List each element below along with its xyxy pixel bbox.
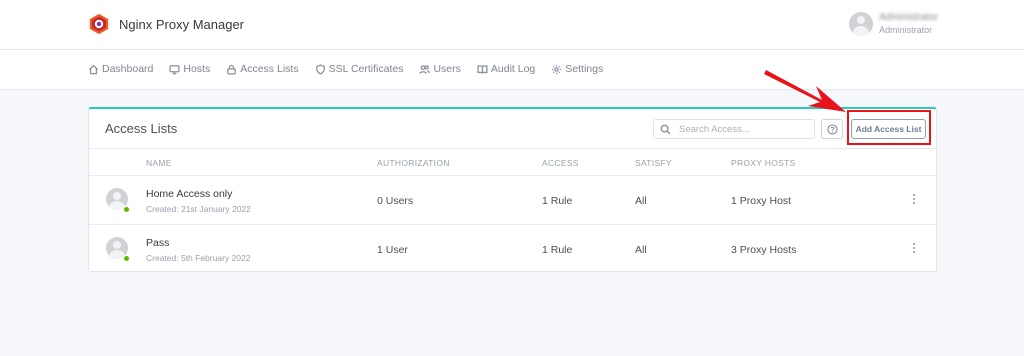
proxy-hosts-value: 1 Proxy Host bbox=[731, 195, 792, 207]
home-icon bbox=[88, 64, 99, 74]
authorization-value: 1 User bbox=[377, 244, 408, 256]
access-value: 1 Rule bbox=[542, 244, 573, 256]
row-menu-icon[interactable] bbox=[911, 194, 917, 208]
access-list-name[interactable]: Home Access only bbox=[146, 188, 232, 200]
users-icon bbox=[419, 64, 431, 74]
nav-label-settings: Settings bbox=[565, 63, 604, 75]
main-nav: Dashboard Hosts Access Lists SSL Certifi… bbox=[0, 50, 1024, 90]
nav-label-dashboard: Dashboard bbox=[102, 63, 154, 75]
top-header: Nginx Proxy Manager Administrator Admini… bbox=[0, 0, 1024, 50]
authorization-value: 0 Users bbox=[377, 195, 414, 207]
table-row: Home Access only Created: 21st January 2… bbox=[89, 176, 936, 225]
access-value: 1 Rule bbox=[542, 195, 573, 207]
app-logo-icon bbox=[89, 13, 109, 35]
brand[interactable]: Nginx Proxy Manager bbox=[88, 13, 244, 35]
help-icon bbox=[826, 123, 838, 135]
user-role: Administrator bbox=[879, 25, 933, 35]
user-name: Administrator bbox=[879, 12, 938, 23]
row-menu-icon[interactable] bbox=[911, 243, 917, 257]
nav-item-settings[interactable]: Settings bbox=[551, 63, 603, 75]
table-row: Pass Created: 5th February 2022 1 User 1… bbox=[89, 225, 936, 274]
nav-label-access-lists: Access Lists bbox=[240, 63, 299, 75]
proxy-hosts-value: 3 Proxy Hosts bbox=[731, 244, 797, 256]
nav-label-hosts: Hosts bbox=[183, 63, 211, 75]
shield-icon bbox=[315, 63, 325, 75]
access-list-name[interactable]: Pass bbox=[146, 237, 169, 249]
search-icon bbox=[660, 124, 671, 134]
annotation-highlight-box bbox=[847, 110, 931, 145]
column-header-proxy-hosts: PROXY HOSTS bbox=[731, 158, 796, 168]
card-title: Access Lists bbox=[105, 121, 178, 136]
nav-label-users: Users bbox=[433, 63, 461, 75]
nav-item-dashboard[interactable]: Dashboard bbox=[88, 63, 153, 75]
search-box[interactable] bbox=[653, 119, 815, 139]
search-input[interactable] bbox=[679, 123, 809, 135]
nav-item-ssl-certificates[interactable]: SSL Certificates bbox=[315, 63, 404, 75]
user-avatar bbox=[849, 12, 874, 36]
column-header-access: ACCESS bbox=[542, 158, 579, 168]
gear-icon bbox=[552, 64, 562, 74]
help-button[interactable] bbox=[821, 119, 843, 139]
book-icon bbox=[477, 64, 488, 74]
status-indicator bbox=[123, 255, 130, 262]
created-date: Created: 5th February 2022 bbox=[146, 253, 251, 263]
nav-item-hosts[interactable]: Hosts bbox=[169, 63, 210, 75]
access-lists-card: Access Lists Add Access List NAME AUTHOR… bbox=[88, 107, 937, 272]
user-menu[interactable]: Administrator Administrator bbox=[849, 12, 938, 36]
table-header: NAME AUTHORIZATION ACCESS SATISFY PROXY … bbox=[89, 149, 936, 176]
column-header-authorization: AUTHORIZATION bbox=[377, 158, 450, 168]
nav-item-users[interactable]: Users bbox=[419, 63, 461, 75]
column-header-name: NAME bbox=[146, 158, 172, 168]
satisfy-value: All bbox=[635, 244, 647, 256]
annotation-arrow-icon bbox=[764, 70, 846, 112]
monitor-icon bbox=[169, 64, 180, 74]
nav-item-audit-log[interactable]: Audit Log bbox=[477, 63, 535, 75]
lock-icon bbox=[227, 64, 237, 75]
nav-item-access-lists[interactable]: Access Lists bbox=[226, 63, 299, 75]
column-header-satisfy: SATISFY bbox=[635, 158, 672, 168]
nav-label-audit-log: Audit Log bbox=[490, 63, 536, 75]
nav-label-ssl-certificates: SSL Certificates bbox=[328, 63, 404, 75]
status-indicator bbox=[123, 206, 130, 213]
created-date: Created: 21st January 2022 bbox=[146, 204, 251, 214]
satisfy-value: All bbox=[635, 195, 647, 207]
app-title: Nginx Proxy Manager bbox=[119, 16, 244, 32]
